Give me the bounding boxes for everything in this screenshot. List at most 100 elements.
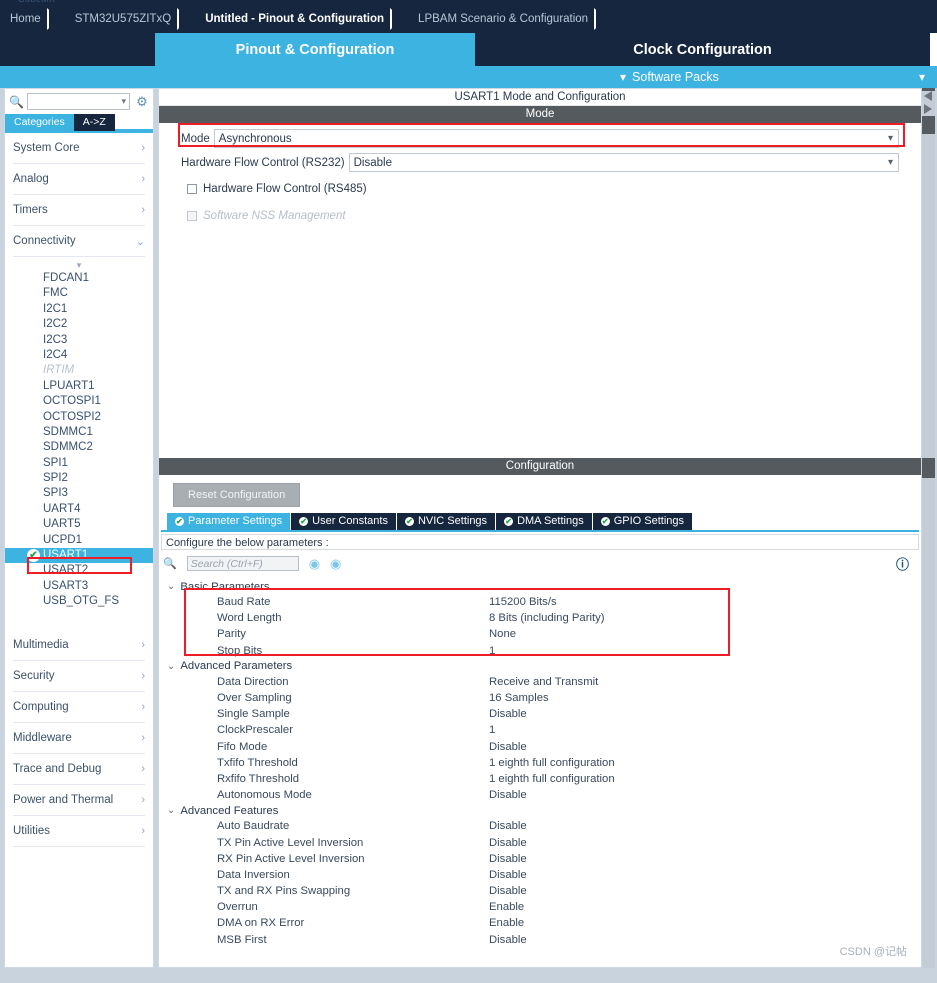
hw-flow-rs485-row[interactable]: Hardware Flow Control (RS485) bbox=[187, 180, 921, 198]
sidebar-category-timers[interactable]: Timers › bbox=[13, 195, 145, 226]
param-value[interactable]: Disable bbox=[489, 741, 527, 753]
sidebar-item-uart4[interactable]: UART4 bbox=[5, 502, 153, 517]
software-packs-expand-button[interactable]: ▾ bbox=[919, 68, 937, 86]
param-row[interactable]: Rxfifo Threshold 1 eighth full configurat… bbox=[159, 771, 921, 787]
param-value[interactable]: 1 eighth full configuration bbox=[489, 773, 615, 785]
tab-user-constants[interactable]: ✔ User Constants bbox=[291, 513, 397, 530]
chevron-down-icon[interactable]: ⌄ bbox=[167, 661, 175, 672]
sidebar-tab-a-to-z[interactable]: A->Z bbox=[73, 114, 115, 131]
tab-dma-settings[interactable]: ✔ DMA Settings bbox=[496, 513, 593, 530]
param-row[interactable]: Baud Rate 115200 Bits/s bbox=[159, 594, 921, 610]
sidebar-category-security[interactable]: Security › bbox=[13, 661, 145, 692]
sidebar-category-trace-and-debug[interactable]: Trace and Debug › bbox=[13, 754, 145, 785]
sidebar-category-system-core[interactable]: System Core › bbox=[13, 133, 145, 164]
tab-pinout-configuration[interactable]: Pinout & Configuration bbox=[155, 33, 475, 66]
sidebar-item-octospi1[interactable]: OCTOSPI1 bbox=[5, 394, 153, 409]
sidebar-item-i2c1[interactable]: I2C1 bbox=[5, 302, 153, 317]
param-row[interactable]: Over Sampling 16 Samples bbox=[159, 690, 921, 706]
param-value[interactable]: 115200 Bits/s bbox=[489, 596, 557, 608]
param-value[interactable]: Disable bbox=[489, 837, 527, 849]
param-value[interactable]: Disable bbox=[489, 934, 527, 946]
param-value[interactable]: Disable bbox=[489, 708, 527, 720]
scrollbar-thumb-top[interactable] bbox=[922, 116, 935, 134]
param-row[interactable]: Stop Bits 1 bbox=[159, 643, 921, 659]
sidebar-item-octospi2[interactable]: OCTOSPI2 bbox=[5, 410, 153, 425]
param-row[interactable]: Word Length 8 Bits (including Parity) bbox=[159, 610, 921, 626]
param-row[interactable]: Data Inversion Disable bbox=[159, 867, 921, 883]
circle-left-icon[interactable]: ◉ bbox=[309, 557, 320, 570]
sidebar-item-i2c4[interactable]: I2C4 bbox=[5, 348, 153, 363]
param-value[interactable]: 1 bbox=[489, 645, 495, 657]
reset-configuration-button[interactable]: Reset Configuration bbox=[173, 483, 301, 507]
scroll-down-icon[interactable] bbox=[924, 104, 932, 114]
sidebar-category-multimedia[interactable]: Multimedia › bbox=[13, 630, 145, 661]
hw-flow-rs232-select[interactable]: Disable ▾ bbox=[348, 153, 899, 172]
scrollbar-track[interactable] bbox=[922, 88, 935, 968]
param-row[interactable]: RX Pin Active Level Inversion Disable bbox=[159, 851, 921, 867]
sidebar-category-connectivity[interactable]: Connectivity ⌄ bbox=[13, 226, 145, 257]
sidebar-category-middleware[interactable]: Middleware › bbox=[13, 723, 145, 754]
param-row[interactable]: DMA on RX Error Enable bbox=[159, 915, 921, 931]
param-value[interactable]: Disable bbox=[489, 885, 527, 897]
sidebar-item-sdmmc2[interactable]: SDMMC2 bbox=[5, 440, 153, 455]
param-value[interactable]: 1 bbox=[489, 724, 495, 736]
sidebar-search-input[interactable]: ▾ bbox=[26, 93, 130, 110]
hw-flow-rs485-checkbox[interactable] bbox=[187, 184, 197, 194]
param-value[interactable]: Disable bbox=[489, 820, 527, 832]
param-value[interactable]: Enable bbox=[489, 901, 524, 913]
circle-right-icon[interactable]: ◉ bbox=[330, 557, 341, 570]
param-row[interactable]: Auto Baudrate Disable bbox=[159, 818, 921, 834]
param-row[interactable]: Data Direction Receive and Transmit bbox=[159, 674, 921, 690]
sidebar-item-uart5[interactable]: UART5 bbox=[5, 517, 153, 532]
param-row[interactable]: Fifo Mode Disable bbox=[159, 739, 921, 755]
sidebar-item-usart1[interactable]: ✔ USART1 bbox=[5, 548, 153, 564]
sidebar-item-ucpd1[interactable]: UCPD1 bbox=[5, 533, 153, 548]
scrollbar-thumb-bottom[interactable] bbox=[922, 458, 935, 478]
breadcrumb-item[interactable]: STM32U575ZITxQ bbox=[65, 5, 178, 33]
main-vertical-scrollbar[interactable] bbox=[922, 88, 935, 968]
sidebar-item-sdmmc1[interactable]: SDMMC1 bbox=[5, 425, 153, 440]
param-row[interactable]: Autonomous Mode Disable bbox=[159, 787, 921, 803]
tab-nvic-settings[interactable]: ✔ NVIC Settings bbox=[396, 513, 497, 530]
sidebar-item-spi1[interactable]: SPI1 bbox=[5, 456, 153, 471]
sidebar-item-i2c2[interactable]: I2C2 bbox=[5, 317, 153, 332]
param-row[interactable]: TX Pin Active Level Inversion Disable bbox=[159, 834, 921, 850]
breadcrumb-item[interactable]: Home bbox=[0, 5, 47, 33]
sidebar-item-usb_otg_fs[interactable]: USB_OTG_FS bbox=[5, 594, 153, 609]
param-value[interactable]: None bbox=[489, 628, 516, 640]
param-row[interactable]: MSB First Disable bbox=[159, 932, 921, 948]
sidebar-item-spi2[interactable]: SPI2 bbox=[5, 471, 153, 486]
software-packs-bar[interactable]: ▾ Software Packs ▾ bbox=[0, 66, 937, 88]
tab-gpio-settings[interactable]: ✔ GPIO Settings bbox=[592, 513, 694, 530]
sidebar-category-analog[interactable]: Analog › bbox=[13, 164, 145, 195]
sidebar-item-spi3[interactable]: SPI3 bbox=[5, 486, 153, 501]
param-group-advanced-features[interactable]: ⌄ Advanced Features bbox=[159, 803, 921, 818]
param-value[interactable]: Receive and Transmit bbox=[489, 676, 598, 688]
breadcrumb-item[interactable]: Untitled - Pinout & Configuration bbox=[195, 5, 390, 33]
mode-select[interactable]: Asynchronous ▾ bbox=[213, 129, 899, 148]
software-packs-toggle[interactable]: ▾ Software Packs bbox=[620, 70, 719, 84]
sidebar-category-power-and-thermal[interactable]: Power and Thermal › bbox=[13, 785, 145, 816]
param-value[interactable]: Enable bbox=[489, 917, 524, 929]
parameter-search-input[interactable]: Search (Ctrl+F) bbox=[186, 556, 299, 571]
sidebar-item-usart2[interactable]: USART2 bbox=[5, 563, 153, 578]
sidebar-category-utilities[interactable]: Utilities › bbox=[13, 816, 145, 847]
scroll-up-icon[interactable] bbox=[924, 91, 932, 101]
list-scroll-up-icon[interactable]: ▾ bbox=[5, 259, 153, 271]
param-row[interactable]: Overrun Enable bbox=[159, 899, 921, 915]
tab-clock-configuration[interactable]: Clock Configuration bbox=[475, 33, 930, 66]
sidebar-item-usart3[interactable]: USART3 bbox=[5, 579, 153, 594]
param-value[interactable]: Disable bbox=[489, 853, 527, 865]
gear-icon[interactable]: ⚙ bbox=[133, 94, 151, 110]
sidebar-item-lpuart1[interactable]: LPUART1 bbox=[5, 379, 153, 394]
tab-parameter-settings[interactable]: ✔ Parameter Settings bbox=[167, 513, 292, 530]
sidebar-tab-categories[interactable]: Categories bbox=[5, 114, 74, 131]
param-value[interactable]: Disable bbox=[489, 869, 527, 881]
sidebar-item-i2c3[interactable]: I2C3 bbox=[5, 333, 153, 348]
info-icon[interactable]: ⓘ bbox=[896, 554, 909, 573]
breadcrumb-item[interactable]: LPBAM Scenario & Configuration bbox=[408, 5, 594, 33]
sidebar-item-fmc[interactable]: FMC bbox=[5, 286, 153, 301]
param-value[interactable]: 1 eighth full configuration bbox=[489, 757, 615, 769]
param-row[interactable]: ClockPrescaler 1 bbox=[159, 722, 921, 738]
sidebar-item-fdcan1[interactable]: FDCAN1 bbox=[5, 271, 153, 286]
